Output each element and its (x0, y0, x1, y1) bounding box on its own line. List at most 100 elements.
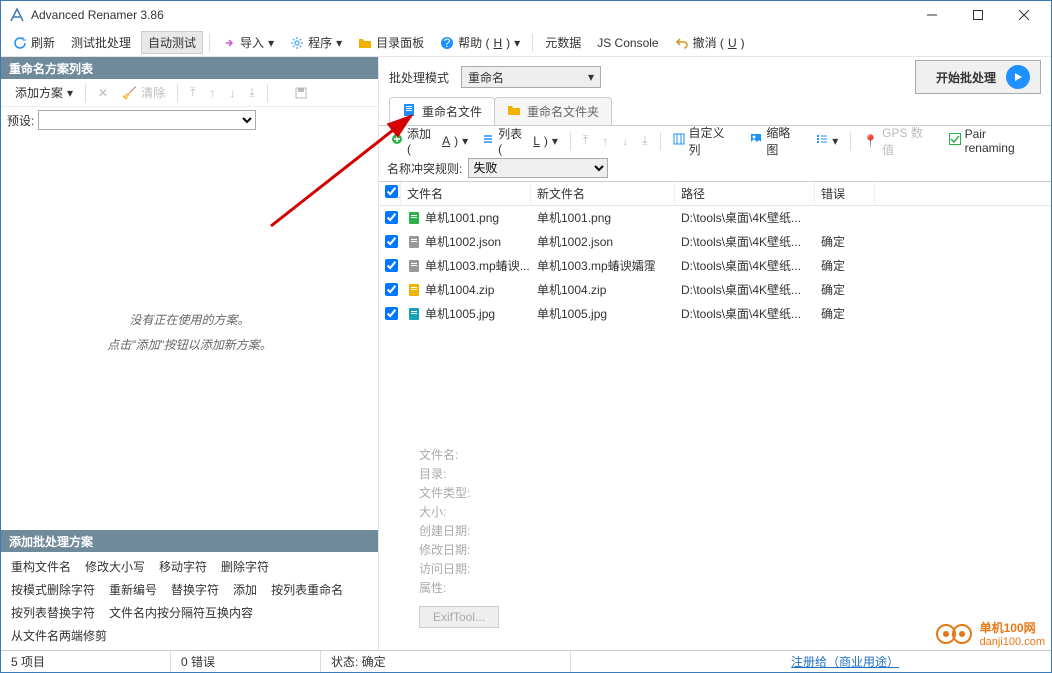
move-top-button[interactable]: ⤒ (579, 131, 592, 150)
preset-label: 预设: (7, 112, 34, 129)
mode-label: 批处理模式 (389, 69, 449, 86)
svg-text:?: ? (444, 36, 451, 50)
add-method-link[interactable]: 按列表替换字符 (11, 604, 95, 621)
table-row[interactable]: 单机1001.png 单机1001.png D:\tools\桌面\4K壁纸..… (379, 206, 1051, 230)
columns-icon (673, 133, 685, 148)
gps-button[interactable]: 📍GPS 数值 (859, 122, 938, 160)
add-files-button[interactable]: 添加 (A) ▾ (387, 123, 472, 158)
col-filename[interactable]: 文件名 (401, 182, 531, 205)
file-details: 文件名:目录:文件类型:大小:创建日期:修改日期:访问日期:属性:ExifToo… (379, 436, 1051, 638)
thumbnail-button[interactable]: 缩略图 (746, 122, 806, 160)
add-method-link[interactable]: 按列表重命名 (271, 581, 343, 598)
table-row[interactable]: 单机1003.mp蝽谀... 单机1003.mp蝽谀孀霪 D:\tools\桌面… (379, 254, 1051, 278)
add-method-link[interactable]: 从文件名两端修剪 (11, 627, 107, 644)
titlebar: Advanced Renamer 3.86 (1, 1, 1051, 29)
menu-help[interactable]: ?帮助 (H) ▾ (434, 32, 526, 53)
check-all[interactable] (385, 185, 398, 198)
menu-jsconsole[interactable]: JS Console (591, 34, 664, 52)
menu-autotest[interactable]: 自动测试 (141, 31, 203, 54)
maximize-button[interactable] (955, 1, 1001, 29)
row-checkbox[interactable] (385, 283, 398, 296)
file-table: 文件名 新文件名 路径 错误 单机1001.png 单机1001.png D:\… (379, 181, 1051, 436)
addpanel-header: 添加批处理方案 (1, 530, 378, 552)
watermark: 单机100网danji100.com (936, 619, 1045, 648)
save-button[interactable] (290, 84, 312, 102)
menu-metadata[interactable]: 元数据 (539, 32, 587, 53)
preset-select[interactable] (38, 110, 256, 130)
gear-icon (290, 36, 304, 50)
status-errors: 0 错误 (171, 651, 321, 672)
move-down-button[interactable]: ↓ (618, 132, 632, 150)
menu-dirpanel[interactable]: 目录面板 (352, 32, 430, 53)
open-folder-button[interactable] (276, 84, 284, 102)
statusbar: 5 项目 0 错误 状态: 确定 注册给（商业用途） (1, 650, 1051, 672)
add-method-link[interactable]: 重新编号 (109, 581, 157, 598)
custom-columns-button[interactable]: 自定义列 (669, 122, 741, 160)
table-row[interactable]: 单机1002.json 单机1002.json D:\tools\桌面\4K壁纸… (379, 230, 1051, 254)
pair-renaming-toggle[interactable]: Pair renaming (945, 125, 1043, 157)
tab-rename-folders[interactable]: 重命名文件夹 (494, 97, 612, 125)
tab-rename-files[interactable]: 重命名文件 (389, 97, 495, 125)
delete-method-button[interactable]: ✕ (94, 84, 112, 102)
file-icon (402, 103, 416, 120)
col-path[interactable]: 路径 (675, 182, 815, 205)
undo-icon (675, 36, 689, 50)
minimize-button[interactable] (909, 1, 955, 29)
import-icon (222, 36, 236, 50)
register-link[interactable]: 注册给（商业用途） (791, 653, 899, 670)
col-newname[interactable]: 新文件名 (531, 182, 675, 205)
move-down-button[interactable]: ↓ (225, 84, 239, 102)
view-mode-button[interactable]: ▾ (812, 131, 842, 150)
move-bottom-button[interactable]: ⤓ (638, 131, 651, 150)
add-method-button[interactable]: 添加方案 ▾ (7, 82, 77, 103)
add-method-link[interactable]: 删除字符 (221, 558, 269, 575)
clear-methods-button[interactable]: 🧹清除 (118, 82, 169, 103)
row-checkbox[interactable] (385, 211, 398, 224)
window-title: Advanced Renamer 3.86 (31, 8, 909, 22)
menu-import[interactable]: 导入 ▾ (216, 32, 280, 53)
menu-undo[interactable]: 撤消 (U) (669, 32, 751, 53)
folder-icon (507, 103, 521, 120)
table-row[interactable]: 单机1004.zip 单机1004.zip D:\tools\桌面\4K壁纸..… (379, 278, 1051, 302)
mode-select[interactable]: 重命名▾ (461, 66, 601, 88)
status-state: 状态: 确定 (321, 651, 571, 672)
move-up-button[interactable]: ↑ (205, 84, 219, 102)
status-items: 5 项目 (1, 651, 171, 672)
rule-label: 名称冲突规则: (387, 160, 462, 177)
close-button[interactable] (1001, 1, 1047, 29)
add-method-link[interactable]: 添加 (233, 581, 257, 598)
help-icon: ? (440, 36, 454, 50)
checkbox-icon (949, 133, 961, 148)
plus-icon (391, 133, 403, 148)
add-method-link[interactable]: 文件名内按分隔符互换内容 (109, 604, 253, 621)
menu-program[interactable]: 程序 ▾ (284, 32, 348, 53)
pin-icon: 📍 (863, 134, 878, 148)
add-method-link[interactable]: 替换字符 (171, 581, 219, 598)
col-error[interactable]: 错误 (815, 182, 875, 205)
list-button[interactable]: 列表 (L) ▾ (478, 123, 562, 158)
left-panel: 重命名方案列表 添加方案 ▾ ✕ 🧹清除 ⤒ ↑ ↓ ⤓ 预设: 没有正在使用的… (1, 57, 379, 650)
chevron-down-icon: ▾ (588, 70, 594, 84)
table-row[interactable]: 单机1005.jpg 单机1005.jpg D:\tools\桌面\4K壁纸..… (379, 302, 1051, 326)
add-method-link[interactable]: 按模式删除字符 (11, 581, 95, 598)
start-batch-button[interactable]: 开始批处理 (915, 60, 1041, 94)
exiftool-button[interactable]: ExifTool... (419, 606, 499, 628)
row-checkbox[interactable] (385, 307, 398, 320)
move-top-button[interactable]: ⤒ (186, 83, 199, 102)
rule-select[interactable]: 失败 (468, 158, 608, 178)
empty-methods-message: 没有正在使用的方案。 点击"添加"按钮以添加新方案。 (1, 133, 378, 530)
thumbnail-icon (750, 133, 762, 148)
menu-testbatch[interactable]: 测试批处理 (65, 32, 137, 53)
move-up-button[interactable]: ↑ (598, 132, 612, 150)
add-method-link[interactable]: 重构文件名 (11, 558, 71, 575)
add-method-link[interactable]: 修改大小写 (85, 558, 145, 575)
menu-refresh[interactable]: 刷新 (7, 32, 61, 53)
add-method-link[interactable]: 移动字符 (159, 558, 207, 575)
list-icon (482, 133, 494, 148)
move-bottom-button[interactable]: ⤓ (245, 83, 258, 102)
refresh-icon (13, 36, 27, 50)
row-checkbox[interactable] (385, 235, 398, 248)
row-checkbox[interactable] (385, 259, 398, 272)
app-icon (9, 7, 25, 23)
right-panel: 批处理模式 重命名▾ 开始批处理 重命名文件 重命名文件夹 添加 (A) ▾ 列… (379, 57, 1051, 650)
